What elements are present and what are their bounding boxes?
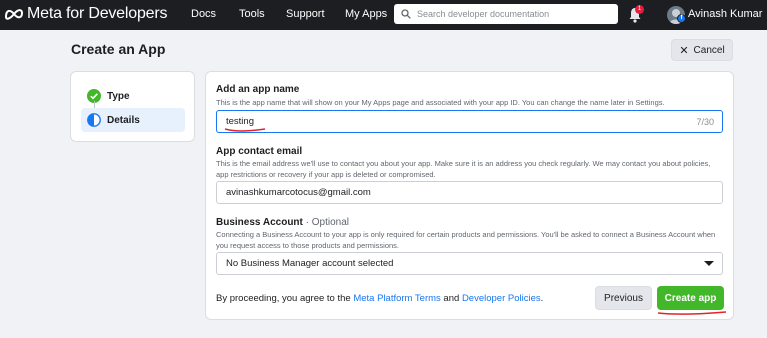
annotation-underline-create	[657, 311, 727, 315]
cancel-button[interactable]: ✕ Cancel	[671, 39, 733, 61]
app-name-help: This is the app name that will show on y…	[216, 98, 665, 107]
nav-support[interactable]: Support	[286, 8, 325, 20]
close-icon: ✕	[679, 44, 689, 57]
business-account-title: Business Account	[216, 217, 303, 228]
search-icon	[401, 9, 411, 19]
meta-infinity-icon	[4, 9, 24, 20]
terms-suffix: .	[540, 293, 544, 304]
step-details-label: Details	[107, 114, 140, 126]
step-type-label: Type	[107, 90, 130, 102]
previous-button[interactable]: Previous	[595, 286, 652, 310]
app-details-form: Add an app name This is the app name tha…	[205, 71, 734, 320]
app-name-label: Add an app name	[216, 84, 300, 95]
half-circle-icon	[87, 113, 101, 127]
platform-terms-link[interactable]: Meta Platform Terms	[353, 293, 440, 304]
chevron-down-icon	[704, 261, 714, 266]
notification-badge: 1	[635, 5, 644, 14]
nav-tools[interactable]: Tools	[239, 8, 265, 20]
facebook-badge-icon: f	[677, 14, 686, 23]
create-app-button[interactable]: Create app	[657, 286, 724, 310]
terms-text: By proceeding, you agree to the Meta Pla…	[216, 293, 543, 304]
optional-tag: · Optional	[305, 217, 350, 228]
business-account-label: Business Account · Optional	[216, 217, 349, 228]
business-account-select[interactable]: No Business Manager account selected	[216, 252, 723, 275]
steps-panel: Type Details	[70, 71, 195, 142]
top-nav: Meta for Developers Docs Tools Support M…	[0, 0, 767, 30]
user-name[interactable]: Avinash Kumar	[688, 8, 762, 20]
step-details[interactable]: Details	[81, 108, 185, 132]
char-counter: 7/30	[696, 117, 714, 127]
search-input[interactable]	[417, 9, 607, 19]
nav-my-apps[interactable]: My Apps	[345, 8, 387, 20]
contact-email-label: App contact email	[216, 146, 303, 157]
cancel-label: Cancel	[693, 44, 725, 56]
app-name-input[interactable]	[216, 110, 723, 133]
page-title: Create an App	[71, 41, 166, 57]
business-account-help: Connecting a Business Account to your ap…	[216, 230, 716, 250]
search-bar[interactable]	[394, 4, 618, 24]
business-account-value: No Business Manager account selected	[226, 258, 394, 269]
terms-prefix: By proceeding, you agree to the	[216, 293, 354, 304]
annotation-underline	[224, 128, 266, 132]
contact-email-input[interactable]	[216, 181, 723, 204]
nav-docs[interactable]: Docs	[191, 8, 216, 20]
meta-logo[interactable]: Meta for Developers	[4, 5, 167, 23]
developer-policies-link[interactable]: Developer Policies	[462, 293, 541, 304]
brand-name: Meta for Developers	[27, 5, 168, 22]
step-type[interactable]: Type	[81, 84, 185, 108]
contact-email-help: This is the email address we'll use to c…	[216, 159, 711, 179]
terms-middle: and	[440, 293, 462, 304]
